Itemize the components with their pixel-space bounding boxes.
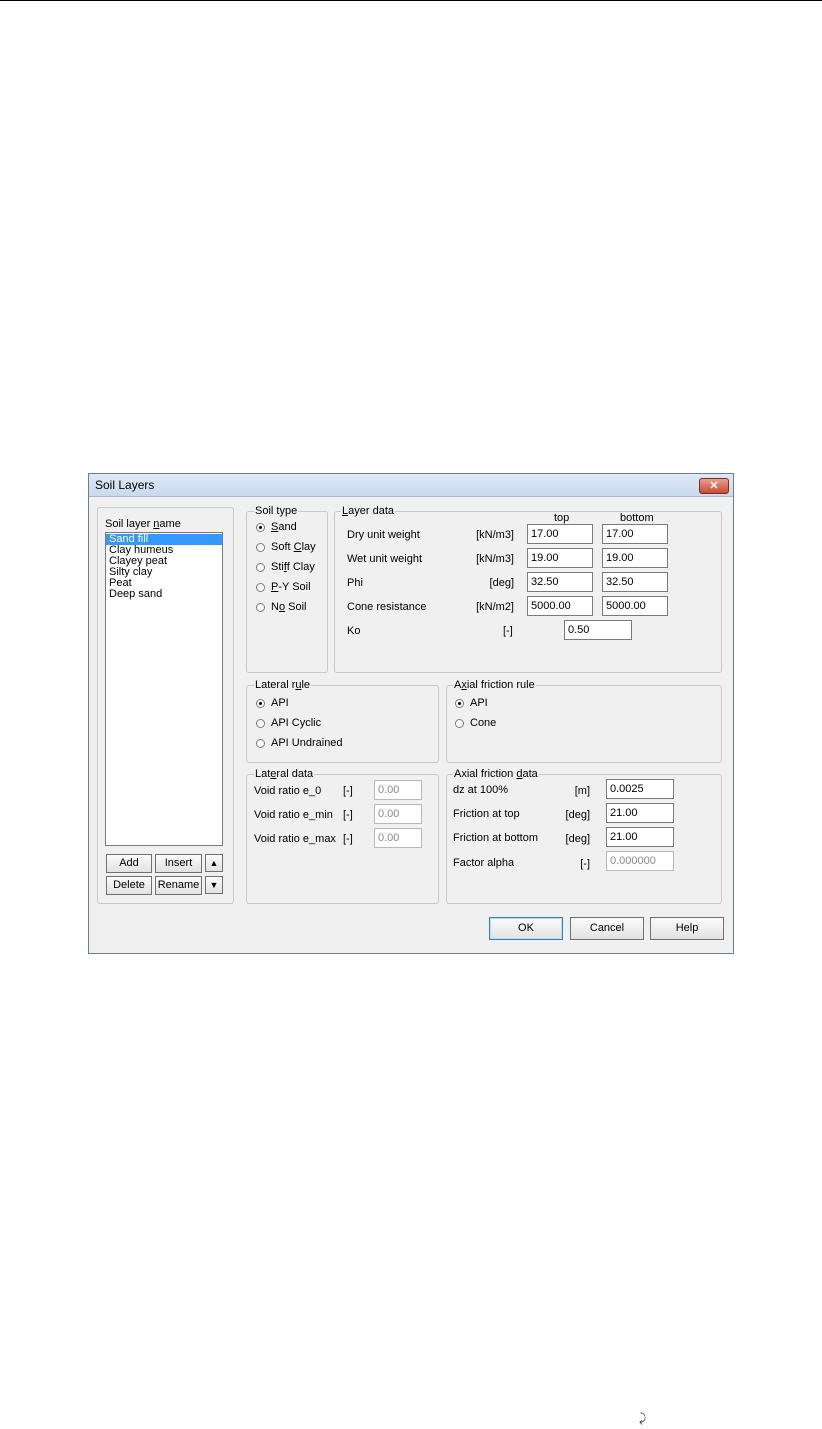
add-layer-button[interactable]: Add xyxy=(106,854,152,873)
move-up-button[interactable]: ▲ xyxy=(205,854,223,872)
friction-at-top-unit: [deg] xyxy=(565,809,590,821)
soil-layers-dialog: Soil Layers ✕ Soil layer name Sand fill … xyxy=(88,473,734,954)
close-button[interactable]: ✕ xyxy=(699,478,729,494)
close-icon: ✕ xyxy=(709,480,719,492)
void-ratio-e0-field[interactable]: 0.00 xyxy=(374,780,422,800)
radio-dot xyxy=(256,542,265,552)
axial-rule-api-radio[interactable]: API xyxy=(455,696,488,710)
radio-label: API Cyclic xyxy=(271,716,322,729)
wet-unit-weight-top-field[interactable]: 19.00 xyxy=(527,548,593,568)
radio-label: Soft Clay xyxy=(271,540,316,553)
help-button[interactable]: Help xyxy=(650,917,724,940)
soil-layer-list[interactable]: Sand fill Clay humeus Clayey peat Silty … xyxy=(105,532,223,846)
soil-layer-name-label: Soil layer name xyxy=(105,518,181,530)
ko-unit: [-] xyxy=(503,625,513,637)
friction-at-bottom-label: Friction at bottom xyxy=(453,832,538,844)
wet-unit-weight-label: Wet unit weight xyxy=(347,553,423,565)
cone-resistance-unit: [kN/m2] xyxy=(476,601,514,613)
radio-label: API xyxy=(470,696,488,709)
page-corner-icon: ⤸ xyxy=(639,1411,647,1425)
radio-label: Stiff Clay xyxy=(271,560,315,573)
void-ratio-emax-field[interactable]: 0.00 xyxy=(374,828,422,848)
void-ratio-e0-unit: [-] xyxy=(343,785,353,797)
phi-bottom-field[interactable]: 32.50 xyxy=(602,572,668,592)
dz-at-100-label: dz at 100% xyxy=(453,784,509,796)
friction-at-top-label: Friction at top xyxy=(453,808,520,820)
cancel-button[interactable]: Cancel xyxy=(570,917,644,940)
dry-unit-weight-top-field[interactable]: 17.00 xyxy=(527,524,593,544)
axial-rule-cone-radio[interactable]: Cone xyxy=(455,716,496,730)
radio-label: Cone xyxy=(470,716,497,729)
phi-top-field[interactable]: 32.50 xyxy=(527,572,593,592)
soil-type-no-soil-radio[interactable]: No Soil xyxy=(256,600,306,614)
dz-at-100-field[interactable]: 0.0025 xyxy=(606,779,674,799)
lateral-data-legend: Lateral data xyxy=(254,768,315,780)
window-title: Soil Layers xyxy=(95,478,155,492)
dry-unit-weight-label: Dry unit weight xyxy=(347,529,420,541)
radio-label: No Soil xyxy=(271,600,307,613)
lateral-rule-legend: Lateral rule xyxy=(254,679,312,691)
void-ratio-emax-label: Void ratio e_max xyxy=(254,833,336,845)
radio-dot xyxy=(256,738,265,748)
radio-dot xyxy=(455,698,464,708)
void-ratio-emin-label: Void ratio e_min xyxy=(254,809,333,821)
soil-type-py-soil-radio[interactable]: P-Y Soil xyxy=(256,580,311,594)
axial-friction-data-legend: Axial friction data xyxy=(453,768,539,780)
radio-dot xyxy=(256,718,265,728)
radio-dot xyxy=(256,522,265,532)
arrow-up-icon: ▲ xyxy=(209,858,219,868)
void-ratio-emin-unit: [-] xyxy=(343,809,353,821)
ko-label: Ko xyxy=(347,625,361,637)
cone-resistance-bottom-field[interactable]: 5000.00 xyxy=(602,596,668,616)
cone-resistance-label: Cone resistance xyxy=(347,601,427,613)
phi-label: Phi xyxy=(347,577,363,589)
soil-type-sand-radio[interactable]: Sand xyxy=(256,520,297,534)
insert-layer-button[interactable]: Insert xyxy=(155,854,202,873)
lateral-rule-api-undrained-radio[interactable]: API Undrained xyxy=(256,736,343,750)
dry-unit-weight-bottom-field[interactable]: 17.00 xyxy=(602,524,668,544)
radio-dot xyxy=(256,582,265,592)
void-ratio-e0-label: Void ratio e_0 xyxy=(254,785,322,797)
dz-at-100-unit: [m] xyxy=(574,785,590,797)
wet-unit-weight-unit: [kN/m3] xyxy=(476,553,514,565)
radio-dot xyxy=(455,718,464,728)
void-ratio-emin-field[interactable]: 0.00 xyxy=(374,804,422,824)
void-ratio-emax-unit: [-] xyxy=(343,833,353,845)
lateral-rule-api-cyclic-radio[interactable]: API Cyclic xyxy=(256,716,321,730)
rename-layer-button[interactable]: Rename xyxy=(155,876,202,895)
soil-type-stiff-clay-radio[interactable]: Stiff Clay xyxy=(256,560,315,574)
wet-unit-weight-bottom-field[interactable]: 19.00 xyxy=(602,548,668,568)
radio-label: Sand xyxy=(271,520,297,533)
ok-button[interactable]: OK xyxy=(489,917,563,940)
axial-friction-rule-legend: Axial friction rule xyxy=(453,679,536,691)
dry-unit-weight-unit: [kN/m3] xyxy=(476,529,514,541)
arrow-down-icon: ▼ xyxy=(209,880,219,890)
friction-at-top-field[interactable]: 21.00 xyxy=(606,803,674,823)
radio-dot xyxy=(256,602,265,612)
friction-at-bottom-unit: [deg] xyxy=(565,833,590,845)
factor-alpha-label: Factor alpha xyxy=(453,857,515,869)
phi-unit: [deg] xyxy=(489,577,514,589)
page-top-rule xyxy=(0,0,822,1)
radio-dot xyxy=(256,562,265,572)
soil-type-legend: Soil type xyxy=(254,505,299,517)
radio-dot xyxy=(256,698,265,708)
friction-at-bottom-field[interactable]: 21.00 xyxy=(606,827,674,847)
factor-alpha-field[interactable]: 0.000000 xyxy=(606,851,674,871)
radio-label: API xyxy=(271,696,289,709)
radio-label: API Undrained xyxy=(271,736,343,749)
move-down-button[interactable]: ▼ xyxy=(205,876,223,894)
layer-data-legend: Layer data xyxy=(341,505,395,517)
radio-label: P-Y Soil xyxy=(271,580,311,593)
title-bar: Soil Layers ✕ xyxy=(89,474,733,497)
cone-resistance-top-field[interactable]: 5000.00 xyxy=(527,596,593,616)
lateral-rule-api-radio[interactable]: API xyxy=(256,696,289,710)
ko-field[interactable]: 0.50 xyxy=(564,620,632,640)
delete-layer-button[interactable]: Delete xyxy=(106,876,152,895)
soil-type-soft-clay-radio[interactable]: Soft Clay xyxy=(256,540,316,554)
factor-alpha-unit: [-] xyxy=(580,858,590,870)
list-item[interactable]: Deep sand xyxy=(106,589,222,600)
